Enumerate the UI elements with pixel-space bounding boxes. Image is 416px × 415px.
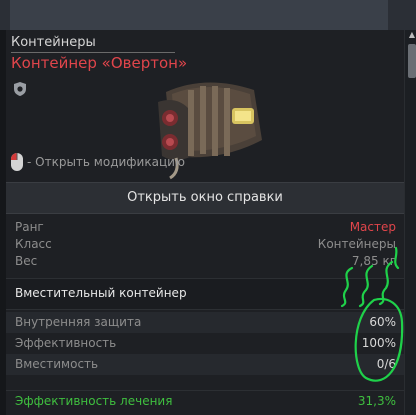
stats-list: Ранг Мастер Класс Контейнеры Вес 7,85 кг xyxy=(6,219,404,270)
prop-value: 100% xyxy=(361,336,396,350)
category-underline xyxy=(11,52,175,53)
mouse-hint-text: - Открыть модификацию xyxy=(27,155,186,169)
window-top-cap xyxy=(10,0,388,30)
stat-value: 7,85 кг xyxy=(351,254,396,268)
prop-row-internal-protection: Внутренняя защита 60% xyxy=(6,312,404,333)
open-help-button[interactable]: Открыть окно справки xyxy=(6,182,404,214)
item-category: Контейнеры xyxy=(11,35,96,50)
prop-row-efficiency: Эффективность 100% xyxy=(6,333,404,354)
prop-value: 0/6 xyxy=(376,357,396,371)
prop-label: Вместимость xyxy=(15,357,99,371)
stat-label: Ранг xyxy=(15,220,44,234)
stat-row-rank: Ранг Мастер xyxy=(6,219,404,236)
scroll-up-icon[interactable]: ▲ xyxy=(407,30,416,40)
heal-value: 31,3% xyxy=(357,394,396,408)
stat-row-weight: Вес 7,85 кг xyxy=(6,253,404,270)
prop-label: Внутренняя защита xyxy=(15,315,142,329)
stat-row-class: Класс Контейнеры xyxy=(6,236,404,253)
prop-label: Эффективность xyxy=(15,336,117,350)
heal-efficiency-row: Эффективность лечения 31,3% xyxy=(6,390,404,411)
stat-value: Мастер xyxy=(349,220,396,234)
prop-value: 60% xyxy=(369,315,396,329)
prop-row-capacity: Вместимость 0/6 xyxy=(6,354,404,375)
window-top-strip xyxy=(0,0,416,30)
scrollbar-thumb[interactable] xyxy=(408,44,416,78)
heal-label: Эффективность лечения xyxy=(15,394,173,408)
item-tooltip: Контейнеры Контейнер «Овертон» - Открыть… xyxy=(6,30,404,415)
mouse-hint: - Открыть модификацию xyxy=(10,152,185,172)
mouse-icon xyxy=(11,153,23,171)
scrollbar[interactable]: ▲ xyxy=(404,30,416,415)
stat-label: Вес xyxy=(15,254,38,268)
section-header: Вместительный контейнер xyxy=(6,278,404,310)
stat-label: Класс xyxy=(15,237,52,251)
stat-value: Контейнеры xyxy=(317,237,396,251)
shield-icon xyxy=(14,82,26,96)
properties-list: Внутренняя защита 60% Эффективность 100%… xyxy=(6,312,404,375)
section-label: Вместительный контейнер xyxy=(15,286,187,300)
